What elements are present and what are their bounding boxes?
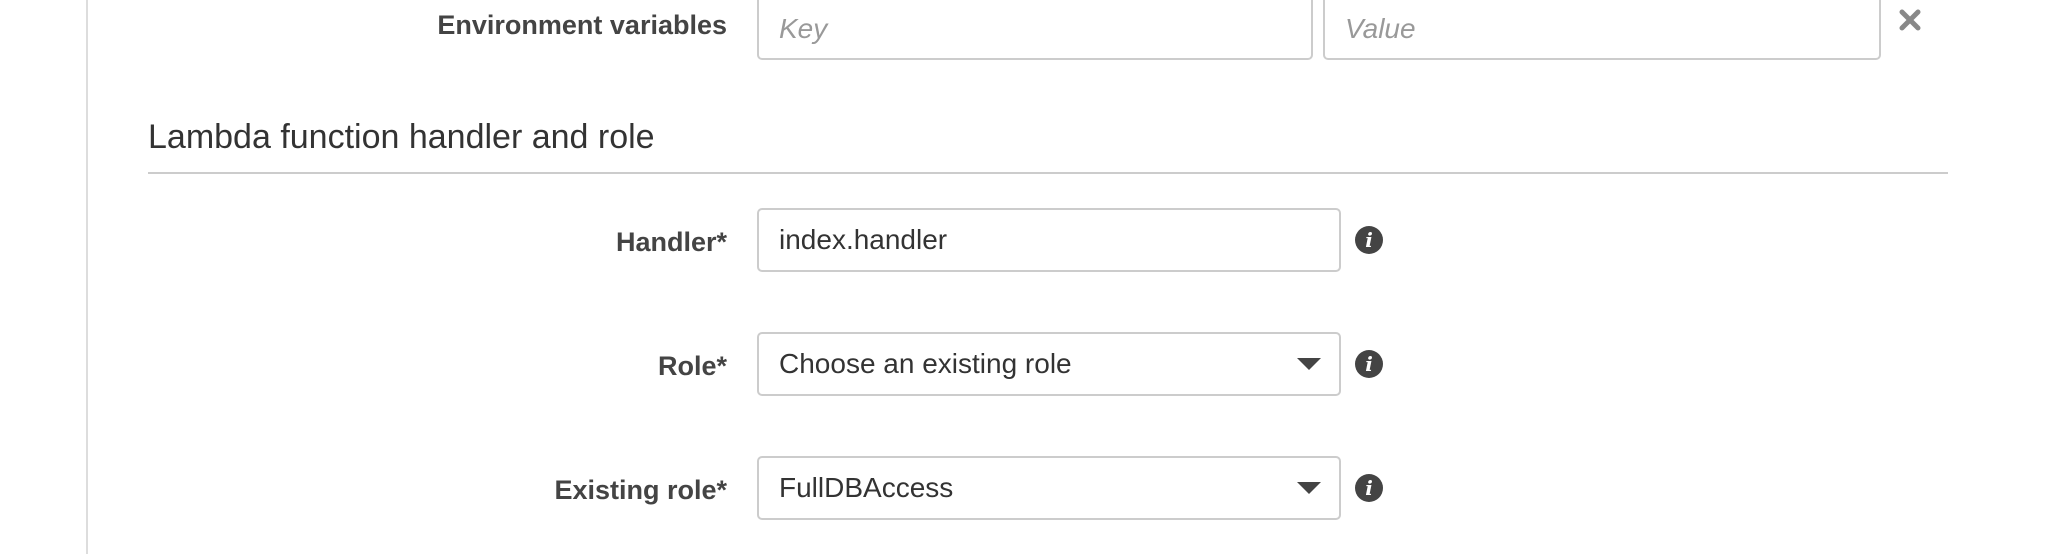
handler-label: Handler* <box>615 227 727 257</box>
env-var-key-input[interactable]: Key <box>757 0 1313 60</box>
section-divider <box>148 172 1948 174</box>
close-icon[interactable] <box>1898 8 1922 32</box>
existing-role-select-value: FullDBAccess <box>779 472 954 503</box>
handler-input[interactable]: index.handler <box>757 208 1341 272</box>
panel-left-border <box>86 0 88 554</box>
role-select-value: Choose an existing role <box>779 348 1072 379</box>
chevron-down-icon <box>1297 482 1321 494</box>
handler-info-icon[interactable]: i <box>1355 226 1383 254</box>
role-info-icon[interactable]: i <box>1355 350 1383 378</box>
role-select[interactable]: Choose an existing role <box>757 332 1341 396</box>
env-var-value-input[interactable]: Value <box>1323 0 1881 60</box>
lambda-config-form: Environment variables Key Value Lambda f… <box>0 0 2070 554</box>
role-label: Role* <box>657 351 727 381</box>
existing-role-select[interactable]: FullDBAccess <box>757 456 1341 520</box>
existing-role-info-icon[interactable]: i <box>1355 474 1383 502</box>
env-vars-label: Environment variables <box>437 10 727 40</box>
chevron-down-icon <box>1297 358 1321 370</box>
section-title: Lambda function handler and role <box>148 118 655 156</box>
existing-role-label: Existing role* <box>554 475 727 505</box>
